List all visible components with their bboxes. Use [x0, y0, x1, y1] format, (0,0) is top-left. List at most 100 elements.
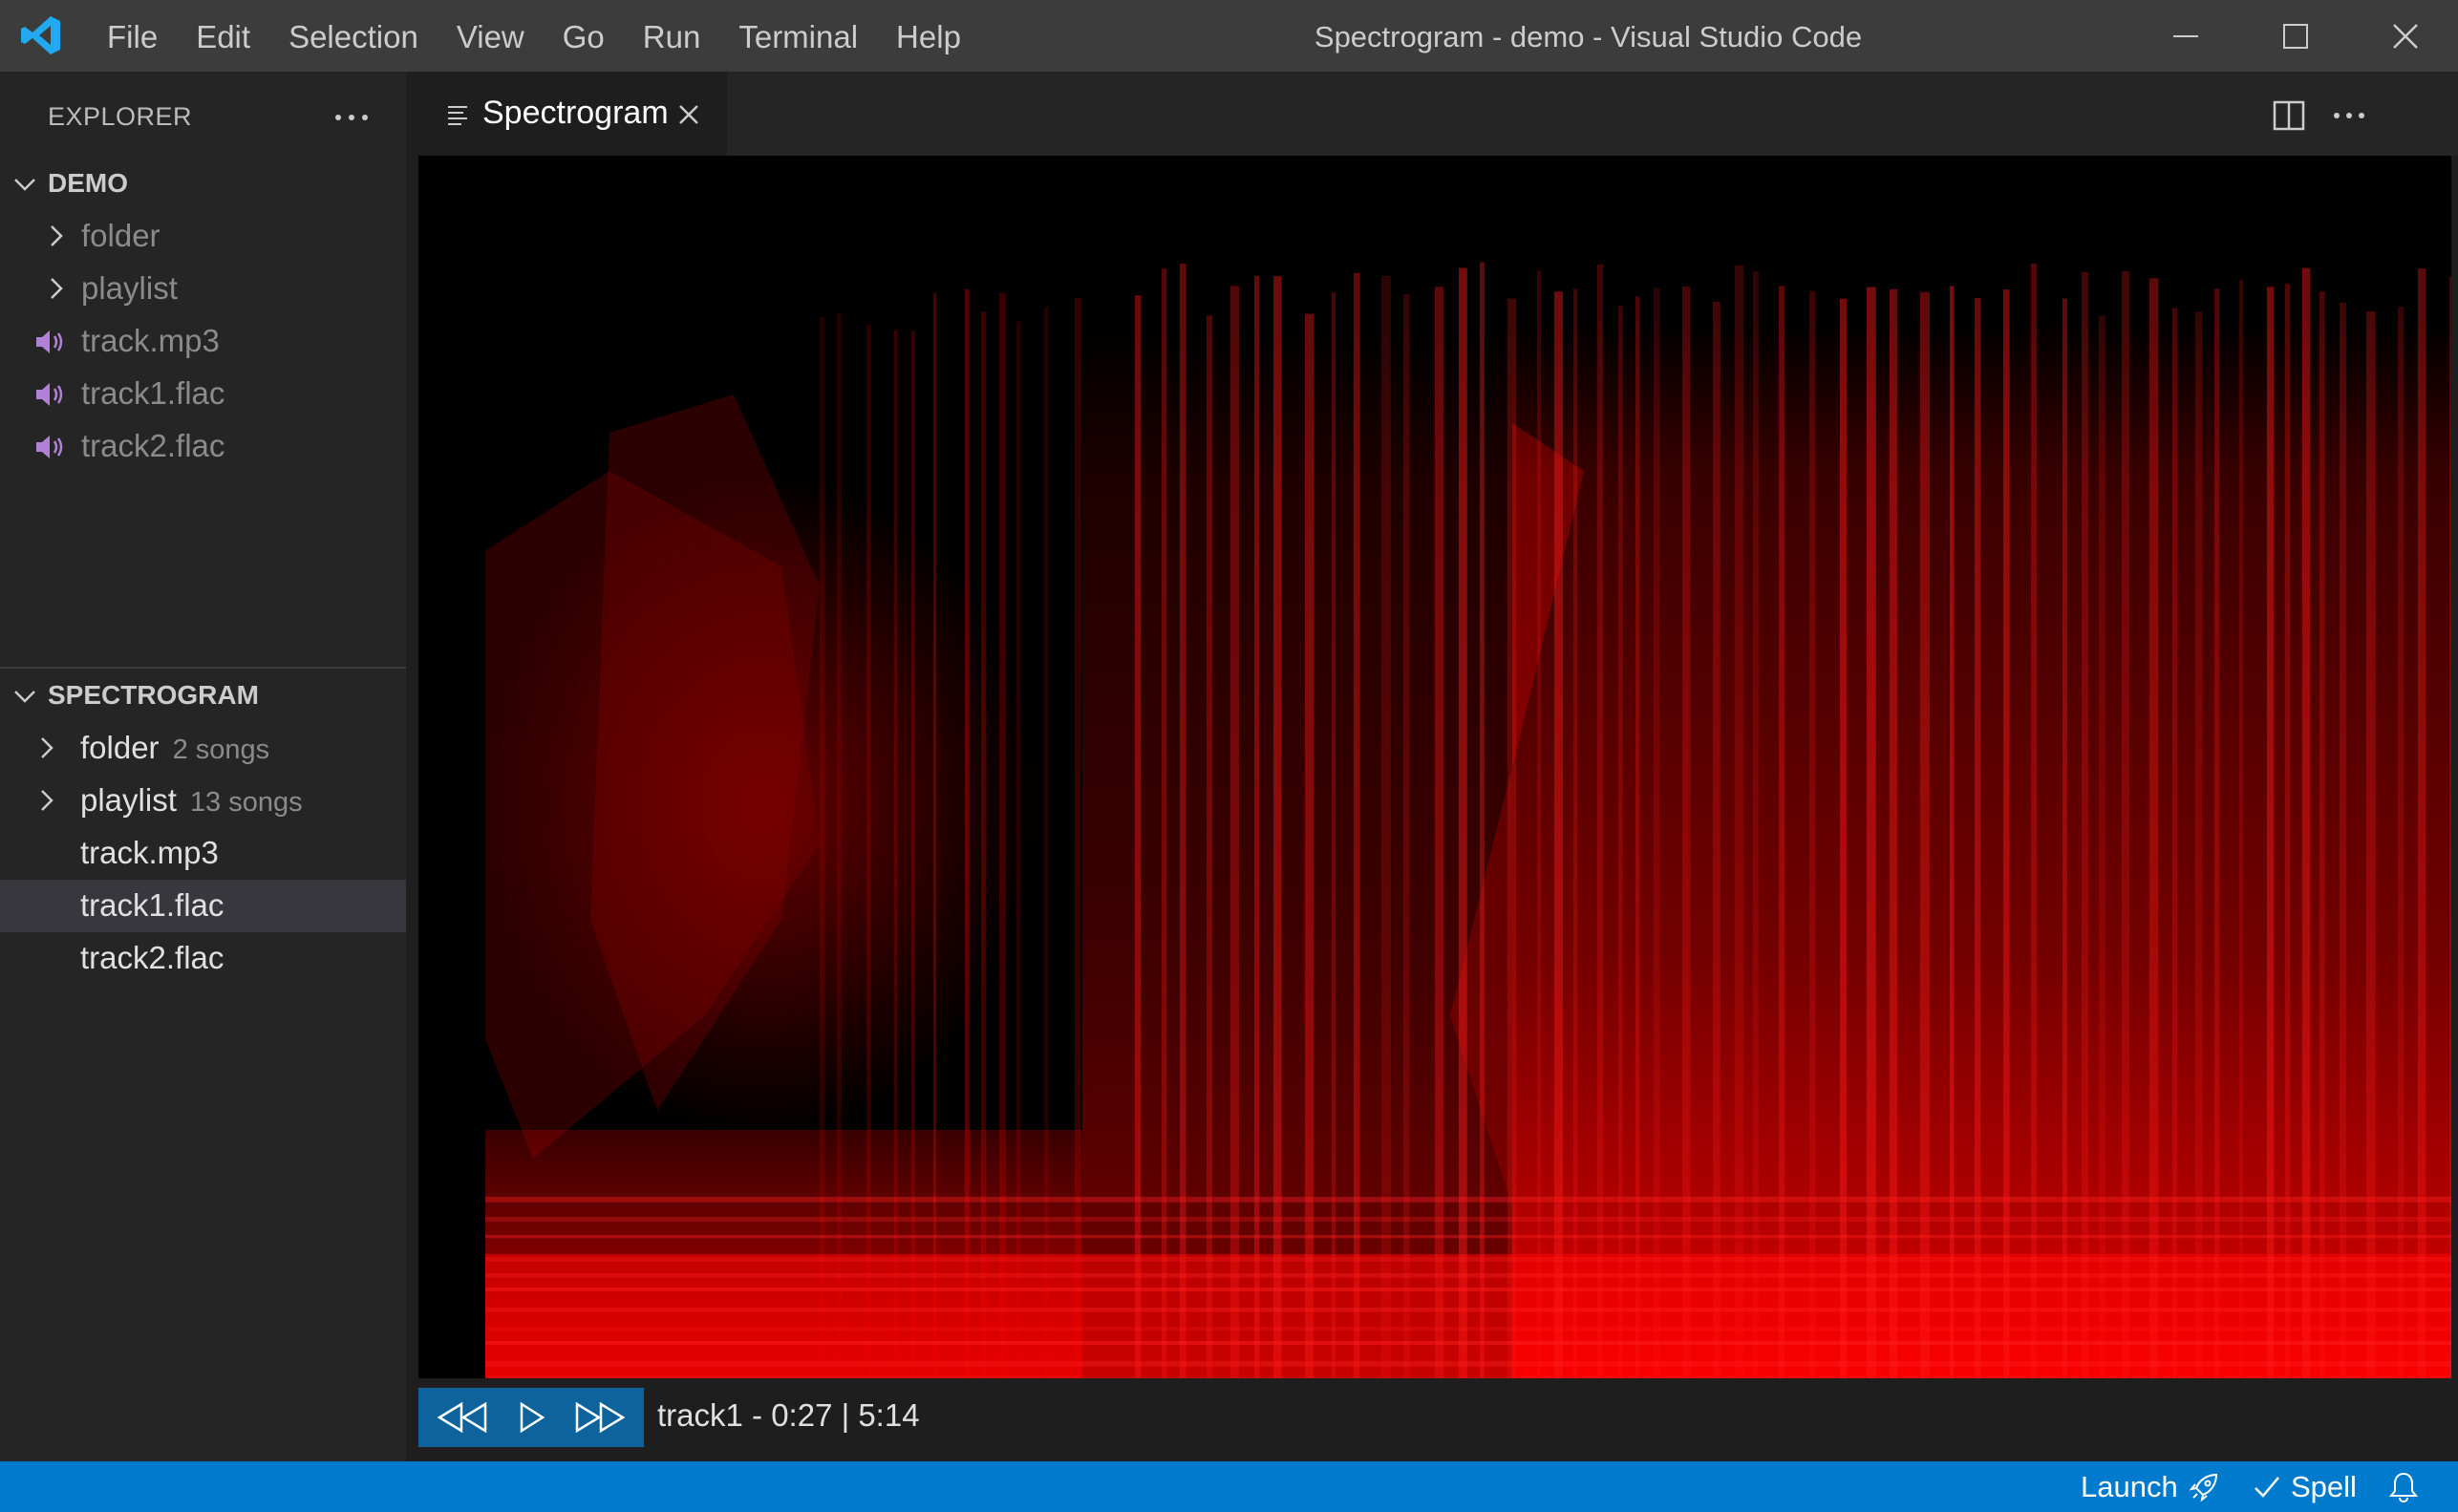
- spectrogram-stripe: [1381, 276, 1391, 1378]
- check-icon: [2255, 1476, 2279, 1498]
- tab-spectrogram[interactable]: Spectrogram: [406, 72, 727, 156]
- spell-status[interactable]: Spell: [2253, 1461, 2357, 1512]
- audio-file-icon: [36, 436, 63, 458]
- spectrogram-stripe: [1254, 275, 1260, 1378]
- spectrogram-stripe: [1354, 272, 1360, 1378]
- editor-area: Spectrogram track1 - 0:27 | 5:14: [406, 72, 2458, 1461]
- spectrogram-band: [485, 1273, 2451, 1278]
- maximize-button[interactable]: [2243, 0, 2348, 72]
- spectrogram-stripe: [1975, 298, 1981, 1378]
- bell-icon: [2388, 1472, 2419, 1502]
- spectrogram-band: [485, 1308, 2451, 1312]
- spectrogram-stripe: [2239, 279, 2244, 1378]
- menu-terminal[interactable]: Terminal: [719, 0, 877, 72]
- menu-file[interactable]: File: [88, 0, 177, 72]
- status-bar: Launch Spell: [0, 1461, 2458, 1512]
- spectrogram-stripe: [2063, 298, 2067, 1378]
- spectrogram-stripe: [2319, 291, 2325, 1378]
- section-header-demo[interactable]: DEMO: [0, 158, 406, 209]
- play-button[interactable]: [502, 1398, 560, 1437]
- tree-item-label: folder: [80, 730, 160, 765]
- spectrogram-stripe: [1435, 287, 1444, 1378]
- tree-item-label: folder: [81, 218, 160, 253]
- spectrogram-stripe: [1809, 290, 1816, 1378]
- spectrogram-stripe: [2214, 288, 2220, 1378]
- spectrogram-stripe: [1162, 268, 1167, 1378]
- close-icon[interactable]: [675, 101, 702, 128]
- chevron-right-icon: [51, 225, 63, 246]
- minimize-icon: [2173, 34, 2198, 37]
- spectrogram-stripe: [1554, 291, 1563, 1378]
- spectrogram-left-texture: [476, 394, 1082, 1378]
- tree-item-label: track2.flac: [81, 428, 225, 463]
- menu-run[interactable]: Run: [624, 0, 720, 72]
- more-icon[interactable]: [2330, 96, 2368, 135]
- spectrogram-image: [418, 156, 2451, 1378]
- spectrogram-stripe: [2449, 276, 2451, 1378]
- spectrogram-stripe: [2302, 267, 2311, 1378]
- spectrogram-band: [485, 1288, 2451, 1292]
- chevron-down-icon: [14, 179, 35, 191]
- spectrogram-band: [485, 1257, 2451, 1262]
- tree-item-label: track1.flac: [81, 375, 225, 411]
- tree-item-track-mp3[interactable]: track.mp3: [0, 315, 406, 368]
- spectrogram-item-track2-flac[interactable]: track2.flac: [0, 932, 406, 985]
- launch-status[interactable]: Launch: [2081, 1461, 2220, 1512]
- close-window-button[interactable]: [2353, 0, 2458, 72]
- spectrogram-stripe: [1230, 286, 1240, 1378]
- spectrogram-stripe: [1459, 267, 1467, 1378]
- spectrogram-band: [485, 1341, 2451, 1346]
- rewind-button[interactable]: [434, 1398, 491, 1437]
- spell-label: Spell: [2291, 1469, 2357, 1503]
- menu-edit[interactable]: Edit: [177, 0, 269, 72]
- tree-item-folder[interactable]: folder: [0, 210, 406, 263]
- section-header-spectrogram[interactable]: SPECTROGRAM: [0, 670, 406, 721]
- notifications-button[interactable]: [2388, 1461, 2419, 1512]
- spectrogram-stripe: [2418, 268, 2426, 1378]
- tree-item-playlist[interactable]: playlist: [0, 263, 406, 315]
- spectrogram-stripe: [1890, 288, 1898, 1378]
- more-icon[interactable]: [331, 96, 373, 138]
- tree-item-track1-flac[interactable]: track1.flac: [0, 368, 406, 420]
- preview-icon: [448, 106, 467, 125]
- section-title: SPECTROGRAM: [48, 680, 259, 710]
- spectrogram-band: [485, 1197, 2451, 1203]
- tree-item-track2-flac[interactable]: track2.flac: [0, 420, 406, 473]
- spectrogram-item-playlist[interactable]: playlist 13 songs: [0, 775, 406, 827]
- spectrogram-stripe: [1753, 271, 1759, 1378]
- spectrogram-item-folder[interactable]: folder 2 songs: [0, 722, 406, 775]
- spectrogram-stripe: [1403, 294, 1410, 1378]
- spectrogram-item-track-mp3[interactable]: track.mp3: [0, 827, 406, 880]
- chevron-right-icon: [41, 790, 53, 811]
- spectrogram-stripe: [2003, 289, 2010, 1378]
- launch-label: Launch: [2081, 1469, 2178, 1503]
- spectrogram-stripe: [2149, 278, 2159, 1378]
- split-editor-icon[interactable]: [2270, 96, 2308, 135]
- spectrogram-item-track1-flac[interactable]: track1.flac: [0, 880, 406, 932]
- menu-view[interactable]: View: [438, 0, 544, 72]
- spectrogram-stripe: [2267, 287, 2275, 1378]
- spectrogram-stripe: [1480, 262, 1485, 1378]
- sidebar-header: EXPLORER: [0, 72, 406, 158]
- fast-forward-button[interactable]: [571, 1398, 629, 1437]
- spectrogram-view[interactable]: [418, 156, 2451, 1378]
- spectrogram-stripe: [1635, 296, 1640, 1378]
- menu-go[interactable]: Go: [544, 0, 624, 72]
- spectrogram-stripe: [1840, 298, 1847, 1378]
- spectrogram-band: [485, 1361, 2451, 1367]
- maximize-icon: [2283, 23, 2308, 49]
- tree-item-label: track1.flac: [80, 887, 224, 923]
- minimize-button[interactable]: [2133, 0, 2238, 72]
- spectrogram-band: [485, 1327, 2451, 1331]
- spectrogram-stripe: [1682, 287, 1691, 1378]
- rewind-icon: [437, 1401, 487, 1434]
- play-icon: [520, 1401, 545, 1434]
- spectrogram-stripe: [999, 292, 1006, 1378]
- menu-selection[interactable]: Selection: [269, 0, 438, 72]
- spectrogram-stripe: [1537, 270, 1542, 1378]
- tree-item-label: track2.flac: [80, 940, 224, 975]
- spectrogram-stripe: [1779, 286, 1785, 1378]
- spectrogram-stripe: [2285, 284, 2291, 1378]
- spectrogram-stripe: [2122, 271, 2129, 1378]
- explorer-sidebar: EXPLORER DEMO folder playlist track.mp3 …: [0, 72, 406, 1461]
